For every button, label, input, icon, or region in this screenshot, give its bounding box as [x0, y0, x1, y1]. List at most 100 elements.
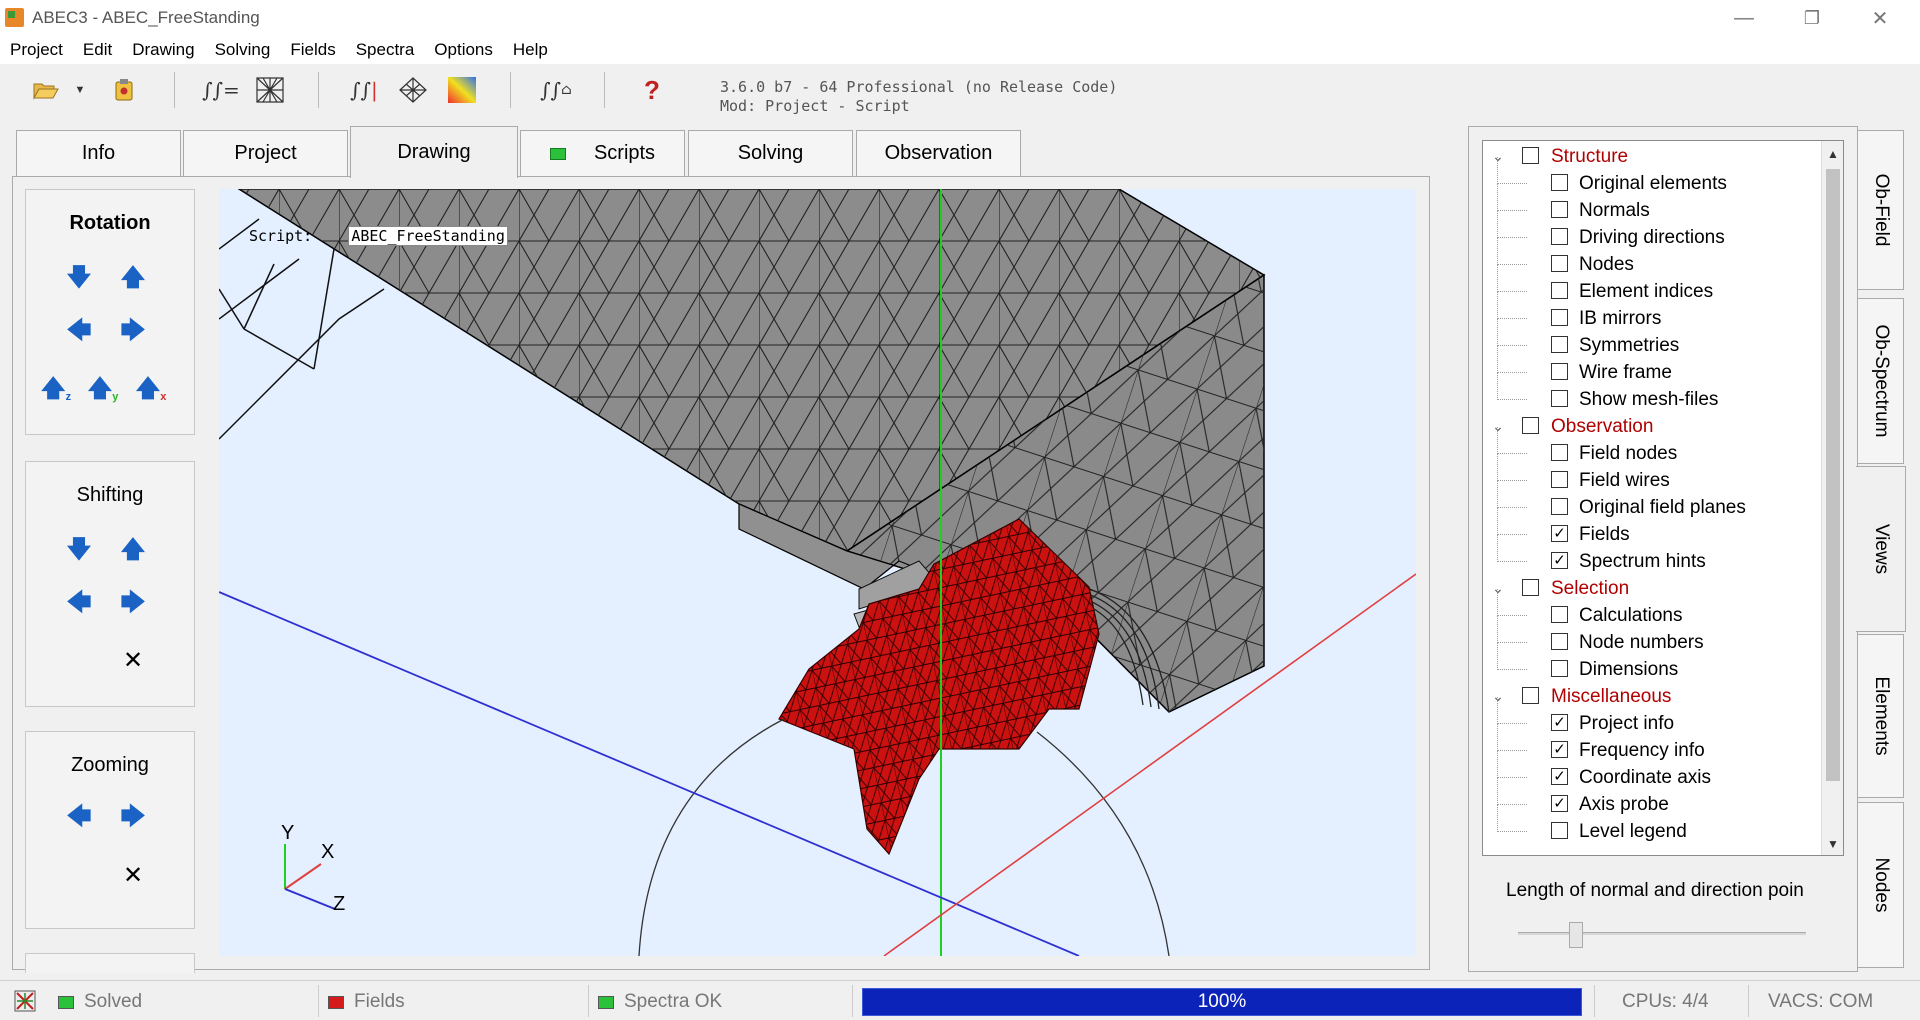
tree-scroll-thumb[interactable]: [1826, 169, 1840, 781]
tree-checkbox[interactable]: ✓: [1551, 795, 1568, 812]
tab-drawing[interactable]: Drawing: [350, 126, 518, 178]
tree-checkbox[interactable]: [1551, 390, 1568, 407]
gradient-icon[interactable]: [446, 74, 478, 106]
tree-checkbox[interactable]: ✓: [1551, 768, 1568, 785]
side-tab-ob-spectrum[interactable]: Ob-Spectrum: [1858, 298, 1904, 464]
tree-checkbox[interactable]: [1551, 471, 1568, 488]
minimize-button[interactable]: —: [1710, 0, 1778, 36]
rotate-right-arrow-icon[interactable]: 🡆: [120, 317, 146, 346]
zoom-in-arrow-icon[interactable]: 🡆: [120, 803, 146, 832]
side-tab-ob-field[interactable]: Ob-Field: [1858, 130, 1904, 290]
chevron-down-icon[interactable]: ⌄: [1491, 148, 1505, 164]
side-tab-views[interactable]: Views: [1856, 466, 1906, 632]
tree-checkbox[interactable]: [1551, 498, 1568, 515]
tree-checkbox[interactable]: ✓: [1551, 525, 1568, 542]
open-folder-icon[interactable]: [30, 74, 62, 106]
rotate-z-arrow-icon[interactable]: 🡅 z: [41, 375, 71, 404]
tree-checkbox[interactable]: [1522, 147, 1539, 164]
integral-color-icon[interactable]: ∫∫ |: [348, 74, 380, 106]
save-icon[interactable]: [108, 74, 140, 106]
menu-bar: Project Edit Drawing Solving Fields Spec…: [0, 36, 1920, 64]
chevron-down-icon[interactable]: ⌄: [1491, 580, 1505, 596]
scroll-down-icon[interactable]: ▼: [1827, 837, 1839, 851]
tree-checkbox[interactable]: [1551, 444, 1568, 461]
mesh-diamond-icon[interactable]: [397, 74, 429, 106]
chevron-down-icon[interactable]: ⌄: [1491, 688, 1505, 704]
normal-length-slider[interactable]: [1518, 932, 1806, 935]
tree-checkbox[interactable]: [1551, 201, 1568, 218]
normal-length-slider-thumb[interactable]: [1569, 922, 1583, 948]
script-info: Script: ABEC_FreeStanding: [249, 226, 508, 246]
tree-checkbox[interactable]: [1551, 606, 1568, 623]
close-button[interactable]: ✕: [1846, 0, 1914, 36]
tree-checkbox[interactable]: [1551, 336, 1568, 353]
tab-info[interactable]: Info: [16, 130, 181, 176]
solved-led: [58, 995, 74, 1009]
tree-item-label: Show mesh-files: [1579, 388, 1719, 410]
menu-drawing[interactable]: Drawing: [122, 36, 204, 64]
zooming-group: Zooming 🡄 🡆 ✕: [25, 731, 195, 929]
shift-left-arrow-icon[interactable]: 🡄: [66, 589, 92, 618]
rotate-x-arrow-icon[interactable]: 🡅 x: [136, 375, 167, 404]
axis-z-label: Z: [333, 893, 346, 915]
shift-right-arrow-icon[interactable]: 🡆: [120, 589, 146, 618]
side-tab-nodes[interactable]: Nodes: [1858, 802, 1904, 968]
tree-checkbox[interactable]: [1551, 822, 1568, 839]
menu-fields[interactable]: Fields: [280, 36, 345, 64]
tree-scrollbar[interactable]: ▲ ▼: [1821, 141, 1843, 855]
tab-observation[interactable]: Observation: [856, 130, 1021, 176]
tree-item-label: Field wires: [1579, 469, 1670, 491]
tree-checkbox[interactable]: [1551, 660, 1568, 677]
shift-down-arrow-icon[interactable]: 🡇: [66, 536, 92, 565]
tree-checkbox[interactable]: [1522, 579, 1539, 596]
dropdown-arrow-icon[interactable]: ▼: [72, 74, 88, 106]
tree-checkbox[interactable]: [1551, 228, 1568, 245]
zoom-reset-icon[interactable]: ✕: [120, 862, 146, 889]
tree-checkbox[interactable]: [1551, 255, 1568, 272]
tree-checkbox[interactable]: [1522, 687, 1539, 704]
help-icon[interactable]: ?: [636, 74, 668, 106]
rotate-down-arrow-icon[interactable]: 🡇: [66, 264, 92, 293]
integral-equals-icon[interactable]: ∫∫=: [202, 74, 240, 106]
tab-scripts-label: Scripts: [593, 142, 656, 164]
chevron-down-icon[interactable]: ⌄: [1491, 418, 1505, 434]
menu-help[interactable]: Help: [503, 36, 558, 64]
menu-spectra[interactable]: Spectra: [346, 36, 425, 64]
tree-item-label: IB mirrors: [1579, 307, 1662, 329]
tree-checkbox[interactable]: ✓: [1551, 552, 1568, 569]
tree-item-label: Calculations: [1579, 604, 1683, 626]
scroll-up-icon[interactable]: ▲: [1827, 147, 1839, 161]
rotate-up-arrow-icon[interactable]: 🡅: [120, 264, 146, 293]
side-tab-views-label: Views: [1870, 523, 1892, 575]
3d-viewport[interactable]: Script: ABEC_FreeStanding Y X Z: [219, 189, 1416, 956]
restore-button[interactable]: ❐: [1778, 0, 1846, 36]
zoom-out-arrow-icon[interactable]: 🡄: [66, 803, 92, 832]
tab-solving[interactable]: Solving: [688, 130, 853, 176]
rotate-left-arrow-icon[interactable]: 🡄: [66, 317, 92, 346]
mesh-grid-icon[interactable]: [254, 74, 286, 106]
tree-checkbox[interactable]: ✓: [1551, 741, 1568, 758]
shift-reset-icon[interactable]: ✕: [120, 647, 146, 674]
shifting-title: Shifting: [76, 484, 144, 506]
status-tool-icon[interactable]: [14, 989, 36, 1013]
rotate-y-arrow-icon[interactable]: 🡅 y: [88, 375, 119, 404]
tab-scripts[interactable]: Scripts: [520, 130, 685, 176]
side-tab-elements[interactable]: Elements: [1858, 634, 1904, 798]
display-tree[interactable]: ⌄ Structure Original elements Normals Drivin…: [1482, 140, 1844, 856]
menu-solving[interactable]: Solving: [205, 36, 281, 64]
tree-checkbox[interactable]: [1522, 417, 1539, 434]
tree-checkbox[interactable]: [1551, 174, 1568, 191]
tree-checkbox[interactable]: [1551, 633, 1568, 650]
tree-checkbox[interactable]: [1551, 309, 1568, 326]
menu-project[interactable]: Project: [0, 36, 73, 64]
menu-edit[interactable]: Edit: [73, 36, 122, 64]
integral-plot-icon[interactable]: ∫∫ ⌂: [540, 74, 572, 106]
menu-options[interactable]: Options: [424, 36, 503, 64]
tree-checkbox[interactable]: [1551, 363, 1568, 380]
tree-checkbox[interactable]: [1551, 282, 1568, 299]
status-vacs: VACS: COM: [1768, 991, 1874, 1012]
tab-project[interactable]: Project: [183, 130, 348, 176]
tree-checkbox[interactable]: ✓: [1551, 714, 1568, 731]
shift-up-arrow-icon[interactable]: 🡅: [120, 536, 146, 565]
side-tab-ob-spectrum-label: Ob-Spectrum: [1870, 324, 1892, 438]
